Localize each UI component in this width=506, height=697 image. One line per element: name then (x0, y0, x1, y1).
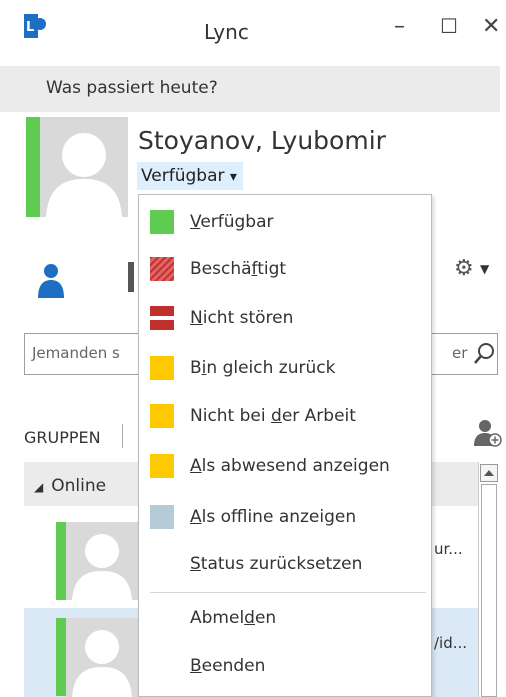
menu-item-label: Bin gleich zurück (190, 358, 336, 378)
my-avatar[interactable] (40, 117, 128, 217)
tab-separator (122, 424, 123, 448)
lync-logo-icon: L (24, 14, 46, 38)
minimize-button[interactable]: – (394, 16, 405, 38)
chevron-down-icon[interactable]: ▼ (480, 262, 489, 276)
chevron-up-icon (484, 470, 494, 476)
contact-avatar[interactable] (66, 618, 138, 697)
maximize-button[interactable]: ☐ (440, 16, 458, 36)
menu-item-label: Abmelden (190, 608, 277, 628)
search-placeholder-tail: er (452, 344, 468, 362)
expand-triangle-icon: ◢ (34, 480, 44, 494)
be-right-back-icon (150, 356, 174, 380)
menu-item-label: Status zurücksetzen (190, 554, 363, 574)
busy-icon (150, 257, 174, 281)
contact-note: ur... (434, 540, 463, 558)
menu-item-label: Beenden (190, 656, 266, 676)
my-presence-indicator (26, 117, 40, 217)
available-icon (150, 210, 174, 234)
search-placeholder: Jemanden s (32, 344, 120, 362)
menu-item-exit[interactable] (140, 646, 430, 686)
status-label: Verfügbar (141, 166, 225, 186)
menu-item-label: Beschäftigt (190, 259, 287, 279)
contact-presence-indicator (56, 522, 66, 600)
contact-note: /id... (434, 634, 468, 652)
tab-partial[interactable] (128, 262, 134, 292)
appear-offline-icon (150, 505, 174, 529)
mood-text[interactable]: Was passiert heute? (46, 78, 218, 98)
window-title: Lync (204, 20, 249, 44)
scroll-up-button[interactable] (480, 464, 498, 482)
status-dropdown-button[interactable]: Verfügbar ▾ (137, 162, 243, 190)
do-not-disturb-icon (150, 306, 174, 330)
group-header-label[interactable]: ◢ Online (34, 476, 106, 496)
menu-item-label: Als abwesend anzeigen (190, 456, 390, 476)
menu-item-label: Nicht stören (190, 308, 294, 328)
search-icon[interactable] (470, 340, 498, 368)
off-work-icon (150, 404, 174, 428)
menu-item-label: Nicht bei der Arbeit (190, 406, 356, 426)
menu-item-label: Als offline anzeigen (190, 507, 357, 527)
contact-avatar[interactable] (66, 522, 138, 600)
menu-item-available[interactable] (140, 204, 430, 244)
person-silhouette-icon (46, 133, 122, 217)
scroll-thumb[interactable] (481, 484, 497, 697)
menu-separator (150, 592, 426, 593)
person-silhouette-icon (72, 630, 132, 697)
menu-item-sign-out[interactable] (140, 598, 430, 638)
svg-text:L: L (26, 20, 34, 35)
add-contact-icon[interactable] (474, 418, 502, 448)
tab-groups[interactable]: GRUPPEN (24, 428, 101, 447)
contact-presence-indicator (56, 618, 66, 696)
close-button[interactable]: ✕ (482, 16, 500, 38)
contacts-icon[interactable] (38, 262, 64, 298)
title-bar (0, 0, 506, 62)
chevron-down-icon: ▾ (229, 169, 237, 185)
menu-item-label: Verfügbar (190, 212, 274, 232)
appear-away-icon (150, 454, 174, 478)
person-silhouette-icon (72, 534, 132, 600)
gear-icon[interactable]: ⚙ (454, 256, 474, 281)
user-name: Stoyanov, Lyubomir (138, 126, 386, 155)
